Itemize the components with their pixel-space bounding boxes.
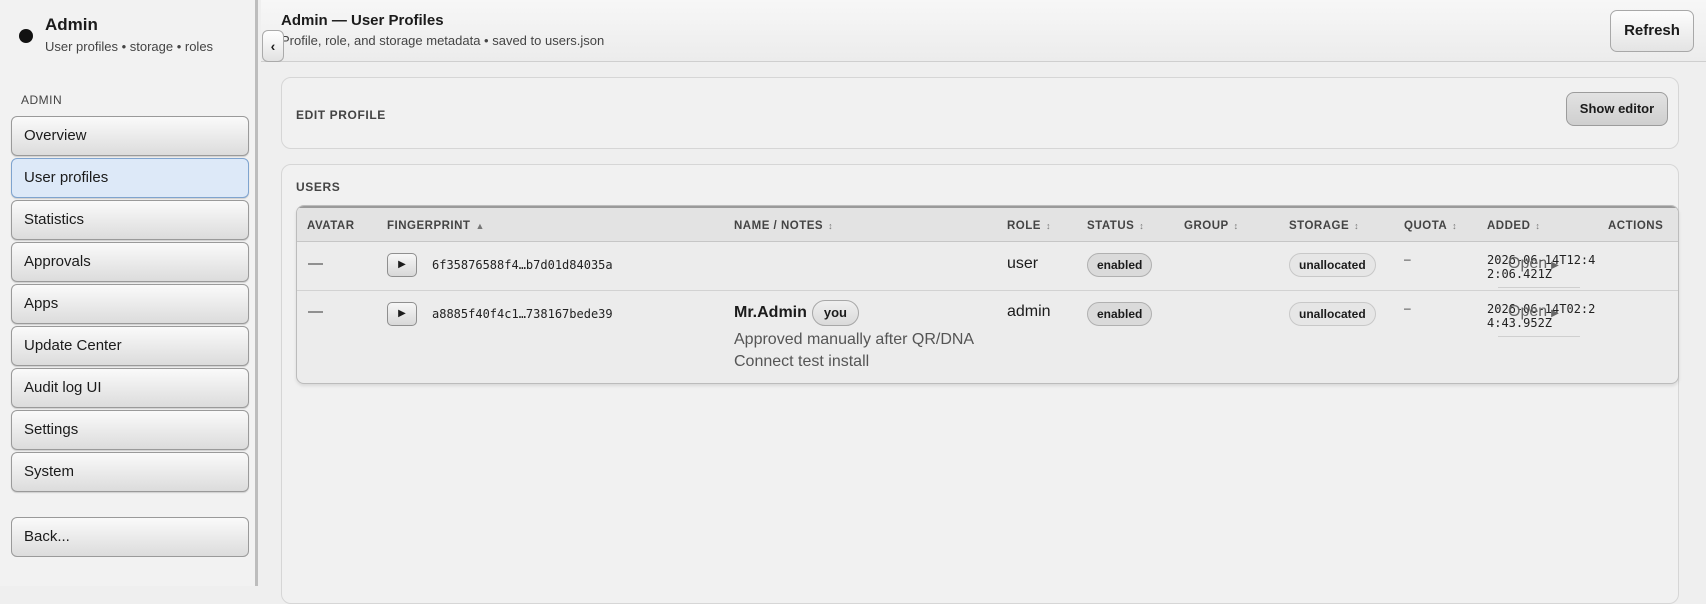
status-badge: enabled xyxy=(1087,253,1153,277)
users-panel: USERS AVATAR FINGERPRINT ▲ NAME / NOTES ↕ … xyxy=(281,164,1679,604)
edit-profile-panel: EDIT PROFILE Show editor xyxy=(281,77,1679,149)
sidebar-item-settings[interactable]: Settings xyxy=(11,410,249,450)
sidebar-item-system[interactable]: System xyxy=(11,452,249,492)
sidebar-item-user-profiles[interactable]: User profiles xyxy=(11,158,249,198)
sidebar-item-update-center[interactable]: Update Center xyxy=(11,326,249,366)
role-value: user xyxy=(1007,255,1039,272)
col-role[interactable]: ROLE ↕ xyxy=(1007,220,1051,232)
sort-icon: ↕ xyxy=(1535,221,1541,231)
quota-value: – xyxy=(1404,301,1411,315)
sort-icon: ↕ xyxy=(1045,221,1051,231)
users-label: USERS xyxy=(296,180,341,194)
sort-icon: ↕ xyxy=(1354,221,1360,231)
col-fingerprint[interactable]: FINGERPRINT ▲ xyxy=(387,220,485,232)
app-title: Admin xyxy=(45,15,98,34)
expand-row-button[interactable]: ▶ xyxy=(387,302,417,326)
open-user-link[interactable]: Open ▶ xyxy=(1498,245,1580,288)
col-actions: ACTIONS xyxy=(1608,220,1664,232)
sidebar-item-approvals[interactable]: Approvals xyxy=(11,242,249,282)
app-subtitle: User profiles • storage • roles xyxy=(45,39,214,54)
page-title: Admin — User Profiles xyxy=(281,12,444,29)
open-user-link[interactable]: Open ▶ xyxy=(1498,294,1580,337)
sidebar-item-overview[interactable]: Overview xyxy=(11,116,249,156)
fingerprint-value: a8885f40f4c1…738167bede39 xyxy=(432,307,613,321)
name-cell: Mr.Admin you Approved manually after QR/D… xyxy=(734,300,974,373)
quota-value: – xyxy=(1404,252,1411,266)
edit-profile-label: EDIT PROFILE xyxy=(296,108,386,122)
back-button[interactable]: Back... xyxy=(11,517,249,557)
avatar-placeholder: — xyxy=(308,303,323,320)
status-dot-icon xyxy=(19,29,33,43)
sort-asc-icon: ▲ xyxy=(475,221,485,231)
sidebar-item-apps[interactable]: Apps xyxy=(11,284,249,324)
avatar-placeholder: — xyxy=(308,255,323,272)
table-row: — ▶ 6f35876588f4…b7d01d84035a user enabl… xyxy=(297,242,1678,291)
refresh-button[interactable]: Refresh xyxy=(1610,10,1694,52)
sidebar-section-label: ADMIN xyxy=(21,93,63,107)
storage-badge: unallocated xyxy=(1289,302,1376,326)
user-name: Mr.Admin xyxy=(734,304,807,322)
collapse-sidebar-icon[interactable]: ‹ xyxy=(262,30,284,62)
sort-icon: ↕ xyxy=(1233,221,1239,231)
fingerprint-value: 6f35876588f4…b7d01d84035a xyxy=(432,258,613,272)
sort-icon: ↕ xyxy=(1452,221,1458,231)
sidebar-item-audit-log-ui[interactable]: Audit log UI xyxy=(11,368,249,408)
users-table: AVATAR FINGERPRINT ▲ NAME / NOTES ↕ ROLE ↕ … xyxy=(296,205,1679,384)
sidebar-item-statistics[interactable]: Statistics xyxy=(11,200,249,240)
col-storage[interactable]: STORAGE ↕ xyxy=(1289,220,1359,232)
show-editor-button[interactable]: Show editor xyxy=(1566,92,1668,126)
user-notes: Approved manually after QR/DNA Connect t… xyxy=(734,331,975,370)
expand-row-button[interactable]: ▶ xyxy=(387,253,417,277)
col-quota[interactable]: QUOTA ↕ xyxy=(1404,220,1457,232)
col-avatar: AVATAR xyxy=(307,220,355,232)
col-added[interactable]: ADDED ↕ xyxy=(1487,220,1540,232)
page-subtitle: Profile, role, and storage metadata • sa… xyxy=(281,33,605,48)
col-status[interactable]: STATUS ↕ xyxy=(1087,220,1144,232)
status-badge: enabled xyxy=(1087,302,1153,326)
table-row: — ▶ a8885f40f4c1…738167bede39 Mr.Admin yo… xyxy=(297,291,1678,383)
col-name-notes[interactable]: NAME / NOTES ↕ xyxy=(734,220,833,232)
sidebar: Admin User profiles • storage • roles AD… xyxy=(0,0,258,586)
page-header: Admin — User Profiles Profile, role, and… xyxy=(261,0,1706,62)
col-group[interactable]: GROUP ↕ xyxy=(1184,220,1239,232)
play-icon: ▶ xyxy=(1551,308,1559,319)
sidebar-nav: Overview User profiles Statistics Approv… xyxy=(11,116,249,494)
sort-icon: ↕ xyxy=(1139,221,1145,231)
role-value: admin xyxy=(1007,303,1051,320)
sort-icon: ↕ xyxy=(828,221,834,231)
you-badge: you xyxy=(811,300,860,326)
table-header: AVATAR FINGERPRINT ▲ NAME / NOTES ↕ ROLE ↕ … xyxy=(297,206,1678,242)
play-icon: ▶ xyxy=(1551,260,1559,271)
storage-badge: unallocated xyxy=(1289,253,1376,277)
